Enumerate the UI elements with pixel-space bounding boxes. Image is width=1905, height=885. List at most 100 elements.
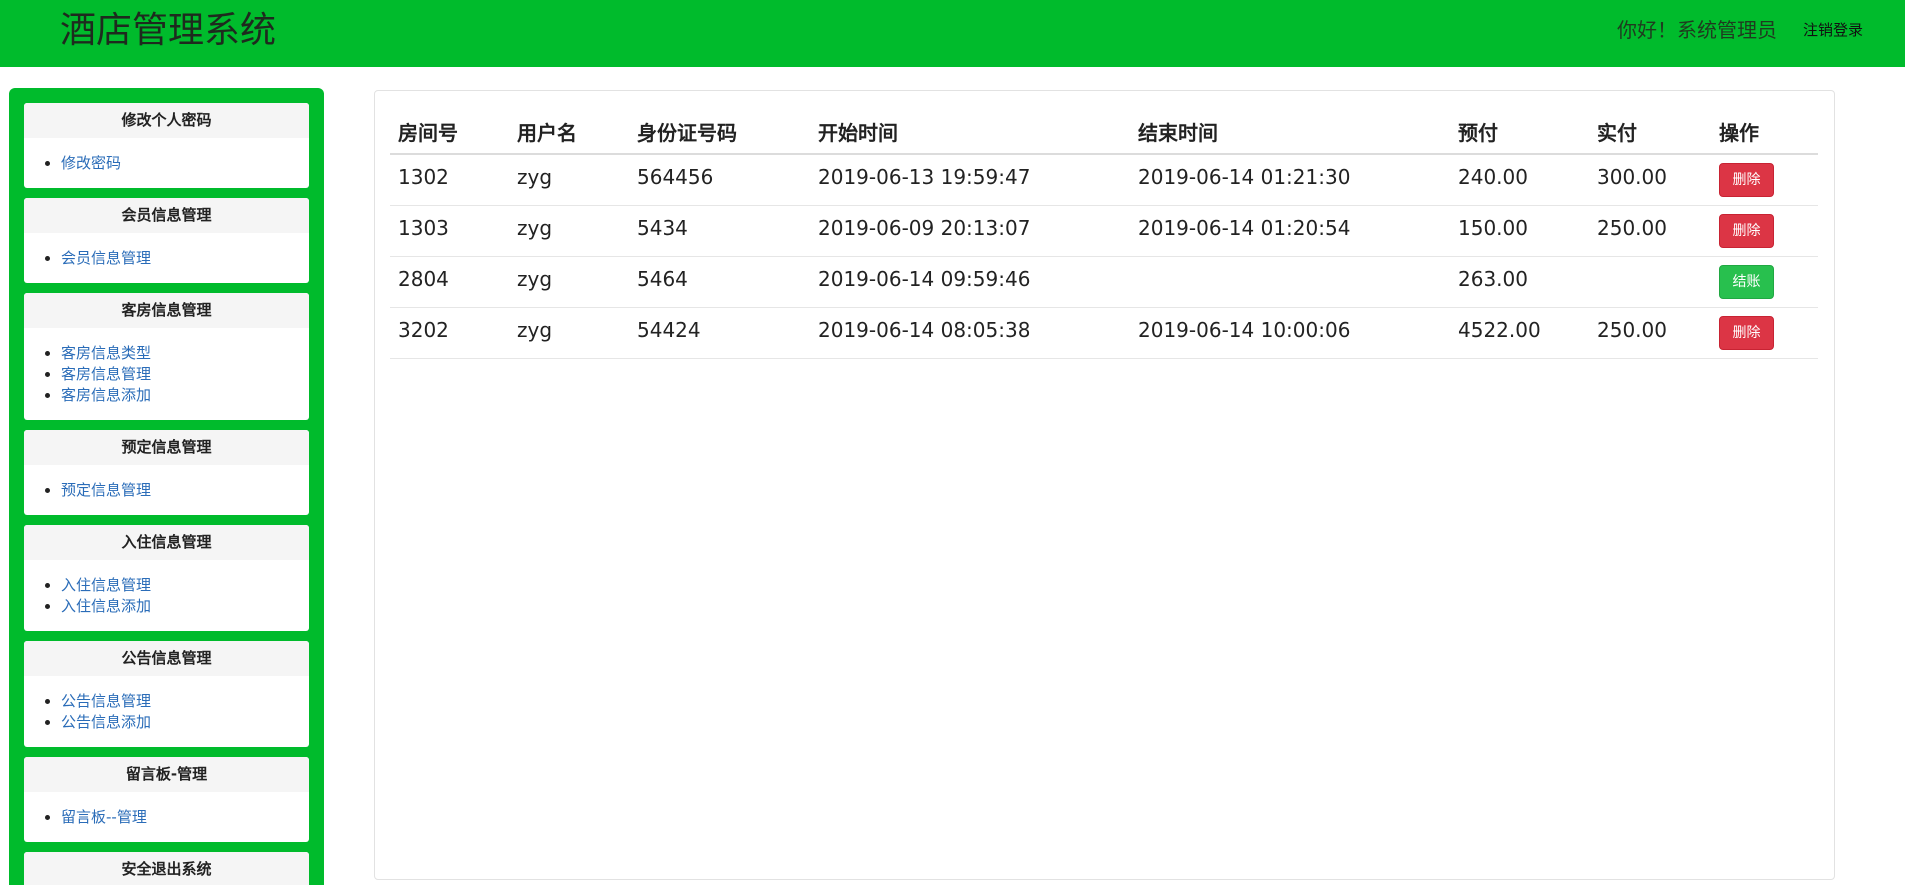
checkout-button[interactable]: 结账 <box>1719 265 1774 299</box>
cell-text: 300.00 <box>1597 165 1667 189</box>
cell-text: 3202 <box>398 318 449 342</box>
sidebar-link-list: 预定信息管理 <box>24 465 309 501</box>
delete-button[interactable]: 删除 <box>1719 214 1774 248</box>
cell-text: 263.00 <box>1458 267 1528 291</box>
list-item: 预定信息管理 <box>61 480 309 501</box>
cell-text: zyg <box>517 267 553 291</box>
cell-paid: 250.00 <box>1589 205 1711 257</box>
cell-text: 2019-06-14 09:59:46 <box>818 267 1031 291</box>
sidebar-link-list: 客房信息类型 客房信息管理 客房信息添加 <box>24 328 309 406</box>
cell-text: 250.00 <box>1597 216 1667 240</box>
sidebar-link-list: 入住信息管理 入住信息添加 <box>24 560 309 617</box>
cell-paid <box>1589 256 1711 308</box>
list-item: 入住信息添加 <box>61 596 309 617</box>
delete-button[interactable]: 删除 <box>1719 316 1774 350</box>
sidebar-link-room-types[interactable]: 客房信息类型 <box>61 344 151 362</box>
main-content-card: 房间号 用户名 身份证号码 开始时间 结束时间 预付 实付 操作 1302 zy… <box>374 90 1835 880</box>
cell-end-time <box>1130 256 1450 308</box>
cell-start-time: 2019-06-14 09:59:46 <box>810 256 1130 308</box>
cell-id-number: 564456 <box>629 154 810 206</box>
sidebar-link-member-manage[interactable]: 会员信息管理 <box>61 249 151 267</box>
cell-user: zyg <box>509 256 629 308</box>
cell-text: zyg <box>517 216 553 240</box>
logout-link[interactable]: 注销登录 <box>1803 18 1863 42</box>
sidebar-panel-messageboard: 留言板-管理 留言板--管理 <box>24 757 309 842</box>
table-row: 3202 zyg 54424 2019-06-14 08:05:38 2019-… <box>390 307 1818 359</box>
cell-start-time: 2019-06-13 19:59:47 <box>810 154 1130 206</box>
column-header-actions: 操作 <box>1711 109 1818 155</box>
table-header-row: 房间号 用户名 身份证号码 开始时间 结束时间 预付 实付 操作 <box>390 109 1818 155</box>
cell-prepaid: 240.00 <box>1450 154 1589 206</box>
cell-end-time: 2019-06-14 01:21:30 <box>1130 154 1450 206</box>
sidebar-link-checkin-add[interactable]: 入住信息添加 <box>61 597 151 615</box>
table-row: 1302 zyg 564456 2019-06-13 19:59:47 2019… <box>390 154 1818 206</box>
list-item: 公告信息添加 <box>61 712 309 733</box>
sidebar-link-change-password[interactable]: 修改密码 <box>61 154 121 172</box>
cell-action: 删除 <box>1711 307 1818 359</box>
sidebar: 修改个人密码 修改密码 会员信息管理 会员信息管理 客房信息管理 客房信息类型 … <box>9 88 324 885</box>
table-row: 2804 zyg 5464 2019-06-14 09:59:46 263.00… <box>390 256 1818 308</box>
cell-user: zyg <box>509 205 629 257</box>
cell-text: 150.00 <box>1458 216 1528 240</box>
cell-text: 4522.00 <box>1458 318 1541 342</box>
checkin-table: 房间号 用户名 身份证号码 开始时间 结束时间 预付 实付 操作 1302 zy… <box>390 109 1818 359</box>
cell-room: 3202 <box>390 307 509 359</box>
cell-id-number: 5434 <box>629 205 810 257</box>
sidebar-link-room-manage[interactable]: 客房信息管理 <box>61 365 151 383</box>
cell-id-number: 5464 <box>629 256 810 308</box>
cell-paid: 250.00 <box>1589 307 1711 359</box>
cell-start-time: 2019-06-14 08:05:38 <box>810 307 1130 359</box>
sidebar-panel-title[interactable]: 安全退出系统 <box>24 852 309 885</box>
sidebar-link-checkin-manage[interactable]: 入住信息管理 <box>61 576 151 594</box>
cell-text: 2019-06-13 19:59:47 <box>818 165 1031 189</box>
sidebar-panel-title: 入住信息管理 <box>24 525 309 560</box>
cell-id-number: 54424 <box>629 307 810 359</box>
list-item: 会员信息管理 <box>61 248 309 269</box>
sidebar-link-list: 留言板--管理 <box>24 792 309 828</box>
sidebar-link-notice-add[interactable]: 公告信息添加 <box>61 713 151 731</box>
sidebar-link-messageboard-manage[interactable]: 留言板--管理 <box>61 808 147 826</box>
column-header-end-time: 结束时间 <box>1130 109 1450 155</box>
column-header-prepaid: 预付 <box>1450 109 1589 155</box>
sidebar-panel-title: 留言板-管理 <box>24 757 309 792</box>
cell-prepaid: 4522.00 <box>1450 307 1589 359</box>
cell-text: 5464 <box>637 267 688 291</box>
sidebar-link-notice-manage[interactable]: 公告信息管理 <box>61 692 151 710</box>
cell-text: 5434 <box>637 216 688 240</box>
sidebar-link-list: 会员信息管理 <box>24 233 309 269</box>
sidebar-link-room-add[interactable]: 客房信息添加 <box>61 386 151 404</box>
sidebar-panel-title: 客房信息管理 <box>24 293 309 328</box>
list-item: 客房信息管理 <box>61 364 309 385</box>
cell-text: 250.00 <box>1597 318 1667 342</box>
cell-text: 2019-06-14 10:00:06 <box>1138 318 1351 342</box>
table-row: 1303 zyg 5434 2019-06-09 20:13:07 2019-0… <box>390 205 1818 257</box>
cell-prepaid: 150.00 <box>1450 205 1589 257</box>
top-navbar: 酒店管理系统 你好！系统管理员 注销登录 <box>0 0 1905 67</box>
sidebar-link-reservation-manage[interactable]: 预定信息管理 <box>61 481 151 499</box>
list-item: 入住信息管理 <box>61 575 309 596</box>
cell-text: 2804 <box>398 267 449 291</box>
cell-text: 240.00 <box>1458 165 1528 189</box>
column-header-room: 房间号 <box>390 109 509 155</box>
cell-user: zyg <box>509 307 629 359</box>
sidebar-panel-title: 公告信息管理 <box>24 641 309 676</box>
cell-text: zyg <box>517 318 553 342</box>
cell-prepaid: 263.00 <box>1450 256 1589 308</box>
cell-action: 删除 <box>1711 154 1818 206</box>
sidebar-link-list: 修改密码 <box>24 138 309 174</box>
sidebar-panel-checkin: 入住信息管理 入住信息管理 入住信息添加 <box>24 525 309 631</box>
sidebar-panel-logout[interactable]: 安全退出系统 <box>24 852 309 885</box>
list-item: 客房信息类型 <box>61 343 309 364</box>
user-greeting: 你好！系统管理员 <box>1617 18 1777 42</box>
cell-paid: 300.00 <box>1589 154 1711 206</box>
cell-end-time: 2019-06-14 10:00:06 <box>1130 307 1450 359</box>
cell-text: 2019-06-09 20:13:07 <box>818 216 1031 240</box>
cell-text: 54424 <box>637 318 701 342</box>
cell-text: 1302 <box>398 165 449 189</box>
cell-text: zyg <box>517 165 553 189</box>
app-title: 酒店管理系统 <box>60 10 277 51</box>
cell-action: 结账 <box>1711 256 1818 308</box>
delete-button[interactable]: 删除 <box>1719 163 1774 197</box>
cell-action: 删除 <box>1711 205 1818 257</box>
list-item: 留言板--管理 <box>61 807 309 828</box>
